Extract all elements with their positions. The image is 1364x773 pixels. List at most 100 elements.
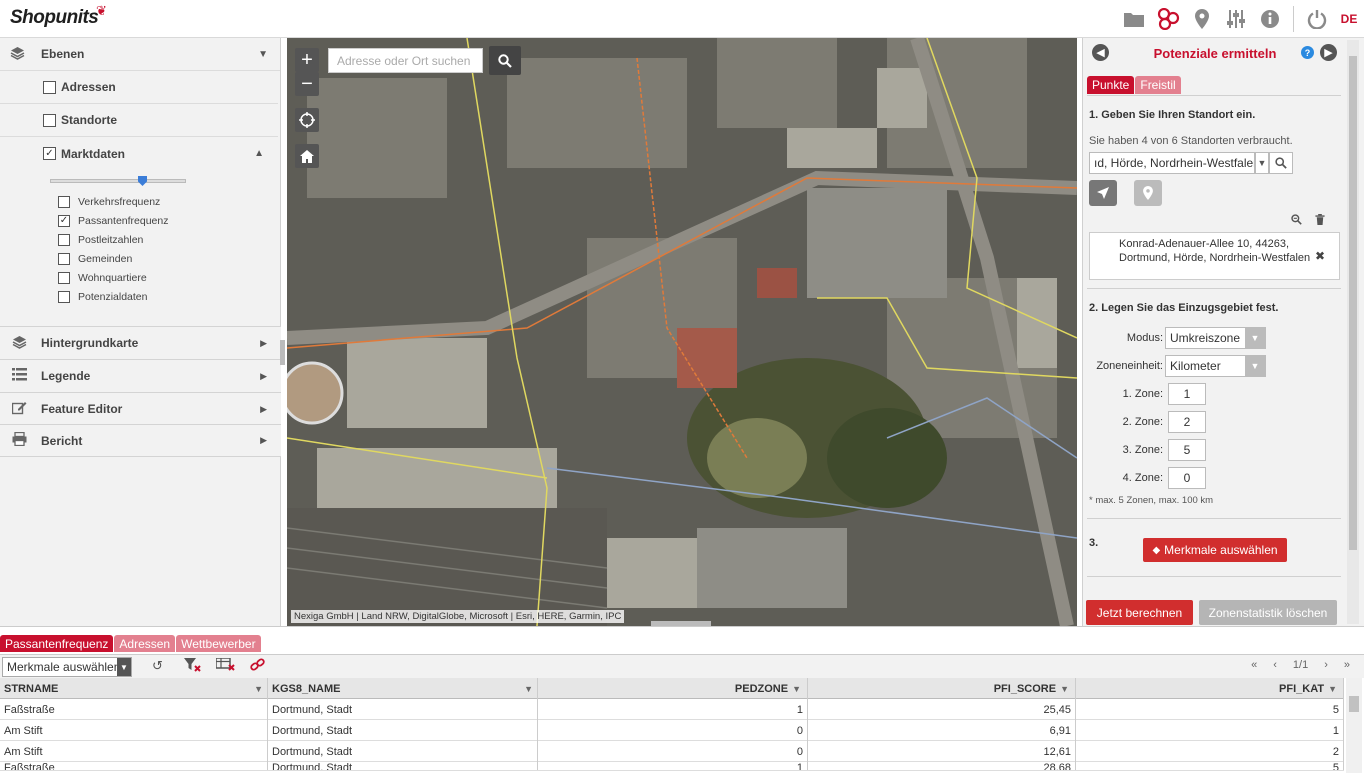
prev-page-button[interactable]: ‹ (1273, 659, 1277, 671)
layer-adressen[interactable]: Adressen (0, 71, 278, 104)
settings-sliders-icon[interactable] (1219, 0, 1253, 38)
folder-icon[interactable] (1117, 0, 1151, 38)
tab-freistil[interactable]: Freistil (1135, 76, 1181, 94)
gps-locate-button[interactable] (1089, 180, 1117, 206)
filter-icon[interactable]: ▼ (1328, 684, 1337, 694)
last-page-button[interactable]: » (1344, 659, 1350, 671)
panel-resize-handle[interactable] (280, 340, 285, 365)
chevron-down-icon: ▼ (258, 48, 268, 60)
next-page-button[interactable]: › (1324, 659, 1328, 671)
filter-icon[interactable]: ▼ (524, 684, 533, 694)
power-icon[interactable] (1300, 0, 1334, 38)
tab-passantenfrequenz[interactable]: Passantenfrequenz (0, 635, 114, 652)
home-button[interactable] (295, 144, 319, 168)
layer-standorte[interactable]: Standorte (0, 104, 278, 137)
first-page-button[interactable]: « (1251, 659, 1257, 671)
table-row[interactable]: Faßstraße Dortmund, Stadt 1 28,68 5 (0, 762, 1344, 771)
print-icon (12, 431, 32, 449)
layer-marktdaten[interactable]: ✓ Marktdaten ▲ (0, 137, 278, 170)
zone2-input[interactable]: 2 (1168, 411, 1206, 433)
checkbox-checked[interactable]: ✓ (43, 147, 56, 160)
merkmale-select[interactable]: Merkmale auswählen ▼ (2, 657, 132, 677)
section-label: Hintergrundkarte (41, 336, 139, 350)
remove-address-icon[interactable]: ✖ (1315, 249, 1325, 263)
chevron-up-icon[interactable]: ▲ (254, 148, 264, 159)
section-legende[interactable]: Legende ▶ (0, 359, 281, 392)
sublayer-postleitzahlen[interactable]: Postleitzahlen (58, 230, 168, 249)
checkbox[interactable] (58, 233, 70, 246)
column-header[interactable]: PFI_SCORE ▼ (808, 678, 1076, 699)
zoom-in-button[interactable]: + (295, 48, 319, 72)
zoom-to-icon[interactable] (1291, 214, 1302, 228)
zone3-input[interactable]: 5 (1168, 439, 1206, 461)
language-switch[interactable]: DE (1334, 12, 1364, 26)
checkbox[interactable] (58, 290, 70, 303)
location-search-button[interactable] (1269, 152, 1293, 174)
section-hintergrundkarte[interactable]: Hintergrundkarte ▶ (0, 326, 281, 359)
zoom-out-button[interactable]: − (295, 72, 319, 96)
place-marker-button[interactable] (1134, 180, 1162, 206)
checkbox[interactable] (43, 80, 56, 94)
clear-table-icon[interactable] (215, 657, 236, 675)
sublayer-label: Verkehrsfrequenz (78, 195, 161, 208)
column-header[interactable]: KGS8_NAME ▼ (268, 678, 538, 699)
jetzt-berechnen-button[interactable]: Jetzt berechnen (1086, 600, 1193, 625)
zoneneinheit-select[interactable]: Kilometer ▼ (1165, 355, 1266, 377)
location-pin-icon[interactable] (1185, 0, 1219, 38)
column-header[interactable]: PEDZONE ▼ (538, 678, 808, 699)
modus-select[interactable]: Umkreiszone ▼ (1165, 327, 1266, 349)
divider (1293, 6, 1294, 32)
location-dropdown[interactable]: ▼ (1255, 152, 1269, 174)
scrollbar-thumb[interactable] (1349, 56, 1357, 550)
column-header[interactable]: STRNAME ▼ (0, 678, 268, 699)
tab-wettbewerber[interactable]: Wettbewerber (176, 635, 261, 652)
locate-button[interactable] (295, 108, 319, 132)
layers-icon (12, 335, 32, 352)
layers-network-icon[interactable] (1151, 0, 1185, 38)
checkbox[interactable] (58, 252, 70, 265)
zone4-input[interactable]: 0 (1168, 467, 1206, 489)
column-header[interactable]: PFI_KAT ▼ (1076, 678, 1344, 699)
checkbox-checked[interactable]: ✓ (58, 214, 70, 227)
help-icon[interactable]: ? (1301, 46, 1314, 59)
map-search-input[interactable]: Adresse oder Ort suchen (328, 48, 483, 73)
filter-icon[interactable]: ▼ (792, 684, 801, 694)
table-cell: 0 (538, 720, 808, 741)
slider-handle[interactable] (138, 176, 147, 186)
ebenen-header[interactable]: Ebenen ▼ (0, 38, 280, 71)
map-search-button[interactable] (489, 46, 521, 75)
unlink-icon[interactable] (250, 658, 266, 675)
sublayer-potenzialdaten[interactable]: Potenzialdaten (58, 287, 168, 306)
clear-filter-icon[interactable] (184, 658, 202, 675)
section-feature-editor[interactable]: Feature Editor ▶ (0, 392, 281, 425)
forward-arrow-icon[interactable]: ▶ (1320, 44, 1337, 61)
location-input[interactable]: ıd, Hörde, Nordrhein-Westfalen (1089, 152, 1255, 174)
table-row[interactable]: Am Stift Dortmund, Stadt 0 12,61 2 (0, 741, 1344, 762)
table-header: STRNAME ▼ KGS8_NAME ▼ PEDZONE ▼ PFI_SCORE ▼ … (0, 678, 1344, 699)
filter-icon[interactable]: ▼ (1060, 684, 1069, 694)
sublayer-wohnquartiere[interactable]: Wohnquartiere (58, 268, 168, 287)
zonenstatistik-loeschen-button[interactable]: Zonenstatistik löschen (1199, 600, 1337, 625)
checkbox[interactable] (58, 271, 70, 284)
sublayer-gemeinden[interactable]: Gemeinden (58, 249, 168, 268)
scrollbar-thumb[interactable] (1349, 696, 1359, 712)
table-row[interactable]: Faßstraße Dortmund, Stadt 1 25,45 5 (0, 699, 1344, 720)
merkmale-auswaehlen-button[interactable]: ◆ Merkmale auswählen (1143, 538, 1287, 562)
zone1-input[interactable]: 1 (1168, 383, 1206, 405)
tab-adressen[interactable]: Adressen (114, 635, 176, 652)
checkbox[interactable] (43, 113, 56, 127)
panel-scrollbar[interactable] (1347, 40, 1359, 624)
table-scrollbar[interactable] (1346, 678, 1362, 773)
checkbox[interactable] (58, 195, 70, 208)
table-row[interactable]: Am Stift Dortmund, Stadt 0 6,91 1 (0, 720, 1344, 741)
sublayer-verkehrsfrequenz[interactable]: Verkehrsfrequenz (58, 192, 168, 211)
info-icon[interactable] (1253, 0, 1287, 38)
trash-icon[interactable] (1315, 214, 1325, 228)
section-bericht[interactable]: Bericht ▶ (0, 424, 281, 457)
opacity-slider[interactable] (50, 176, 186, 186)
filter-icon[interactable]: ▼ (254, 684, 263, 694)
refresh-icon[interactable]: ↺ (152, 658, 163, 674)
tab-punkte[interactable]: Punkte (1087, 76, 1135, 94)
map-view[interactable]: + − Adresse oder Ort suchen Nexiga GmbH … (287, 38, 1077, 626)
sublayer-passantenfrequenz[interactable]: ✓ Passantenfrequenz (58, 211, 168, 230)
